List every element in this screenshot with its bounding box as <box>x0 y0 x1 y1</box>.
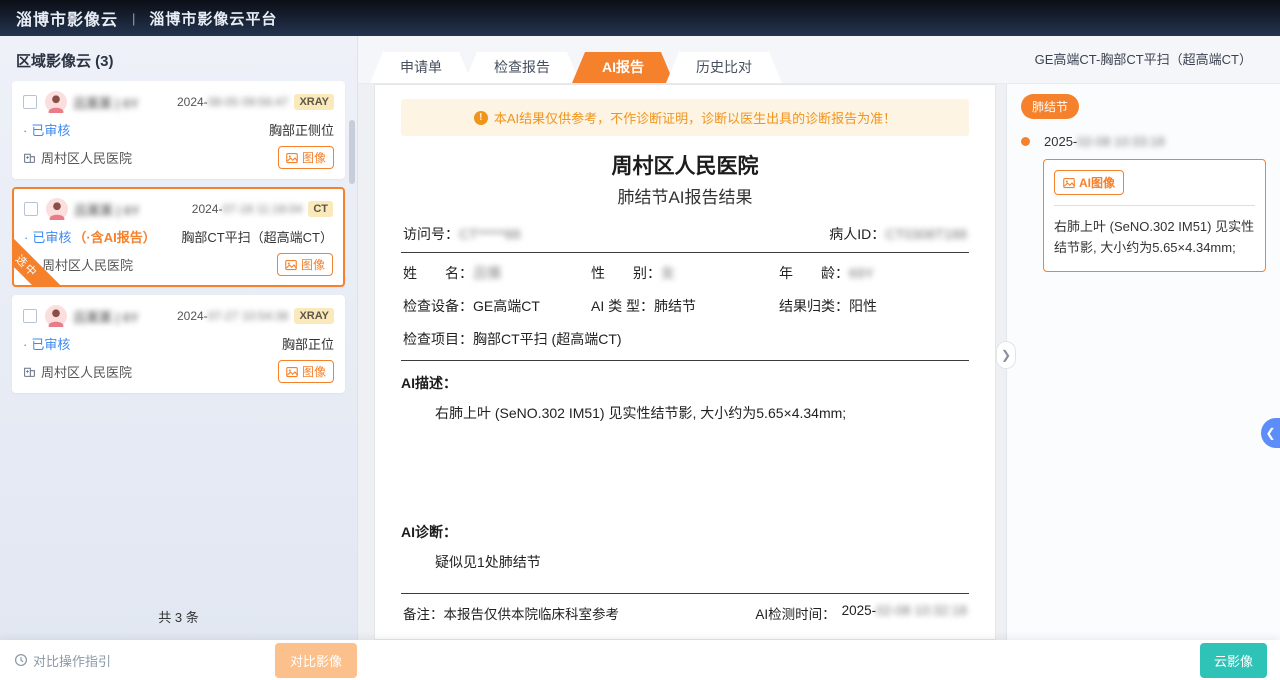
hospital-name: 周村区人民医院 <box>23 362 132 381</box>
image-icon <box>285 259 297 271</box>
exam-item-field: 检查项目：胸部CT平扫 (超高端CT) <box>403 326 967 352</box>
disclaimer-banner: ! 本AI结果仅供参考，不作诊断证明，诊断以医生出具的诊断报告为准！ <box>401 99 969 136</box>
audit-status: ·已审核 <box>23 120 70 139</box>
audit-status: ·已审核 <box>23 334 70 353</box>
ai-description-section: AI描述： 右肺上叶 (SeNO.302 IM51) 见实性结节影, 大小约为5… <box>401 373 969 424</box>
platform-title: 淄博市影像云平台 <box>149 8 277 29</box>
finding-date: 2025-02-08 10:33:18 <box>1044 134 1165 149</box>
tab-ai-report[interactable]: AI报告 <box>572 52 674 83</box>
exam-name: 胸部正侧位 <box>269 120 334 139</box>
ai-diagnosis-label: AI诊断： <box>401 522 969 542</box>
app-header: 淄博市影像云 | 淄博市影像云平台 <box>0 0 1280 36</box>
compare-guide-link[interactable]: 对比操作指引 <box>14 651 111 670</box>
study-date: 2024-07-27 10:54:38 <box>177 309 288 323</box>
timeline-dot-icon <box>1021 137 1030 146</box>
visit-no: 访问号：CT*****88 <box>403 224 520 244</box>
view-image-button[interactable]: 图像 <box>277 253 333 276</box>
sidebar-scrollbar[interactable] <box>349 120 355 184</box>
chevron-right-icon: ❯ <box>1001 348 1011 362</box>
modality-tag: XRAY <box>294 94 334 110</box>
exam-name: 胸部正位 <box>282 334 334 353</box>
tab-exam-report[interactable]: 检查报告 <box>464 52 580 83</box>
brand-logo-text: 淄博市影像云 <box>16 6 118 30</box>
study-card[interactable]: 吕某某 | 6Y 2024-08-05 09:56:47 XRAY ·已审核 胸… <box>12 81 345 179</box>
patient-name-field: 姓 名：吕慎 <box>403 260 591 286</box>
study-checkbox[interactable] <box>23 95 37 109</box>
ai-detect-time: AI检测时间： 2025-02-08 10:32:18 <box>755 603 967 623</box>
tab-history-compare[interactable]: 历史比对 <box>666 52 782 83</box>
tab-strip: 申请单 检查报告 AI报告 历史比对 GE高端CT-胸部CT平扫（超高端CT） <box>358 36 1280 84</box>
study-date: 2024-07-18 11:18:04 <box>192 202 303 216</box>
ai-image-button[interactable]: AI图像 <box>1054 170 1124 195</box>
ai-type-field: AI 类 型：肺结节 <box>591 293 779 319</box>
exam-name: 胸部CT平扫（超高端CT） <box>181 227 333 246</box>
patient-name: 吕某某 | 6Y <box>73 307 139 326</box>
nodule-type-tag: 肺结节 <box>1021 94 1079 119</box>
bottom-action-bar: 对比操作指引 对比影像 云影像 <box>0 640 1280 680</box>
result-class-field: 结果归类：阳性 <box>779 293 967 319</box>
guide-icon <box>14 653 28 667</box>
study-date: 2024-08-05 09:56:47 <box>177 95 288 109</box>
modality-tag: XRAY <box>294 308 334 324</box>
hospital-name: 周村区人民医院 <box>23 148 132 167</box>
report-note: 备注：本报告仅供本院临床科室参考 <box>403 603 619 623</box>
brand-separator: | <box>132 11 135 26</box>
tab-application-form[interactable]: 申请单 <box>370 52 472 83</box>
sidebar-title: 区域影像云 (3) <box>0 36 357 81</box>
image-icon <box>286 152 298 164</box>
patient-id: 病人ID：CT0308T188 <box>829 224 967 244</box>
findings-panel: 肺结节 2025-02-08 10:33:18 AI图像 右肺上叶 (SeNO.… <box>1006 84 1280 640</box>
report-area: ! 本AI结果仅供参考，不作诊断证明，诊断以医生出具的诊断报告为准！ 周村区人民… <box>358 84 1006 640</box>
ai-finding-card: AI图像 右肺上叶 (SeNO.302 IM51) 见实性结节影, 大小约为5.… <box>1043 159 1266 272</box>
patient-avatar-icon <box>45 305 67 327</box>
ai-description-text: 右肺上叶 (SeNO.302 IM51) 见实性结节影, 大小约为5.65×4.… <box>435 403 969 424</box>
ai-description-label: AI描述： <box>401 373 969 393</box>
study-list-sidebar: 区域影像云 (3) 吕某某 | 6Y 2024-08-05 09:56:47 X… <box>0 36 358 640</box>
audit-status: ·已审核 <box>24 227 71 246</box>
cloud-image-button[interactable]: 云影像 <box>1200 643 1267 678</box>
collapse-right-panel-button[interactable]: ❯ <box>996 341 1016 369</box>
ai-diagnosis-section: AI诊断： 疑似见1处肺结节 <box>401 522 969 573</box>
modality-tag: CT <box>308 201 333 217</box>
study-checkbox[interactable] <box>24 202 38 216</box>
finding-timeline-item: 2025-02-08 10:33:18 <box>1021 134 1266 149</box>
view-image-button[interactable]: 图像 <box>278 146 334 169</box>
hospital-icon <box>23 365 36 378</box>
current-exam-title: GE高端CT-胸部CT平扫（超高端CT） <box>1035 36 1252 84</box>
finding-text: 右肺上叶 (SeNO.302 IM51) 见实性结节影, 大小约为5.65×4.… <box>1054 216 1255 259</box>
patient-avatar-icon <box>45 91 67 113</box>
report-subtitle: 肺结节AI报告结果 <box>401 183 969 208</box>
ai-report-badge: （·含AI报告） <box>73 227 155 246</box>
patient-avatar-icon <box>46 198 68 220</box>
image-icon <box>286 366 298 378</box>
study-card-selected[interactable]: 吕某某 | 6Y 2024-07-18 11:18:04 CT ·已审核 （·含… <box>12 187 345 287</box>
view-image-button[interactable]: 图像 <box>278 360 334 383</box>
compare-images-button[interactable]: 对比影像 <box>275 643 357 678</box>
image-icon <box>1063 177 1075 189</box>
patient-name: 吕某某 | 6Y <box>73 93 139 112</box>
device-field: 检查设备：GE高端CT <box>403 293 591 319</box>
patient-info-table: 访问号：CT*****88 病人ID：CT0308T188 姓 名：吕慎 性 别… <box>401 224 969 361</box>
report-footer: 备注：本报告仅供本院临床科室参考 AI检测时间： 2025-02-08 10:3… <box>401 593 969 629</box>
patient-age-field: 年 龄：69Y <box>779 260 967 286</box>
patient-sex-field: 性 别：女 <box>591 260 779 286</box>
ai-report-document: ! 本AI结果仅供参考，不作诊断证明，诊断以医生出具的诊断报告为准！ 周村区人民… <box>374 84 996 640</box>
report-hospital-title: 周村区人民医院 <box>401 150 969 180</box>
ai-diagnosis-text: 疑似见1处肺结节 <box>435 552 969 573</box>
total-count: 共 3 条 <box>0 607 357 626</box>
chevron-left-icon: ❮ <box>1265 426 1275 440</box>
study-checkbox[interactable] <box>23 309 37 323</box>
patient-name: 吕某某 | 6Y <box>74 200 140 219</box>
warning-icon: ! <box>474 111 488 125</box>
study-card[interactable]: 吕某某 | 6Y 2024-07-27 10:54:38 XRAY ·已审核 胸… <box>12 295 345 393</box>
hospital-icon <box>23 151 36 164</box>
